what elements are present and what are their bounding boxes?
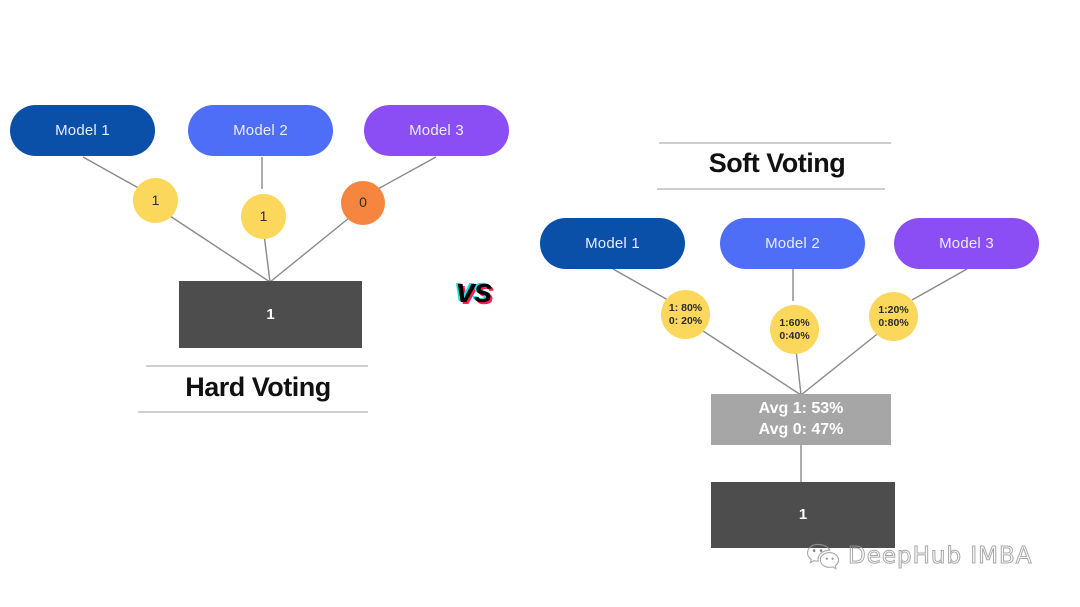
soft-prob-1-circle[interactable]: 1: 80% 0: 20% <box>661 290 710 339</box>
soft-prob-3-line2: 0:80% <box>878 316 909 329</box>
hard-model-1-label: Model 1 <box>55 122 110 139</box>
hard-model-2-box[interactable]: Model 2 <box>188 105 333 156</box>
soft-voting-title-group: Soft Voting <box>657 142 897 194</box>
watermark: DeepHub IMBA <box>806 542 1033 570</box>
hard-model-3-box[interactable]: Model 3 <box>364 105 509 156</box>
hard-result-value: 1 <box>266 305 275 323</box>
hard-voting-title-group: Hard Voting <box>138 365 378 417</box>
soft-result-box[interactable]: 1 <box>711 482 895 548</box>
edge-hard-m1-vote <box>82 156 143 191</box>
soft-model-1-label: Model 1 <box>585 235 640 252</box>
hard-vote-2-value: 1 <box>259 207 268 224</box>
diagram-canvas: Model 1 Model 2 Model 3 1 1 0 1 Hard Vot… <box>0 0 1080 607</box>
hard-vote-2-circle[interactable]: 1 <box>241 194 286 239</box>
connector-lines <box>82 156 968 483</box>
soft-prob-3-line1: 1:20% <box>878 303 909 316</box>
soft-average-box[interactable]: Avg 1: 53% Avg 0: 47% <box>711 394 891 445</box>
soft-model-3-label: Model 3 <box>939 235 994 252</box>
versus-label: vs <box>456 272 493 310</box>
soft-result-value: 1 <box>798 506 808 524</box>
soft-prob-2-line1: 1:60% <box>779 316 810 329</box>
soft-voting-rule-top <box>659 142 891 144</box>
soft-prob-3-circle[interactable]: 1:20% 0:80% <box>869 292 918 341</box>
hard-voting-title: Hard Voting <box>185 372 331 402</box>
soft-model-3-box[interactable]: Model 3 <box>894 218 1039 269</box>
soft-prob-1-line1: 1: 80% <box>668 301 703 314</box>
soft-prob-2-circle[interactable]: 1:60% 0:40% <box>770 305 819 354</box>
watermark-text: DeepHub IMBA <box>848 543 1033 570</box>
wechat-icon <box>806 542 840 570</box>
hard-model-3-label: Model 3 <box>409 122 464 139</box>
soft-voting-rule-bottom <box>657 188 885 190</box>
edge-hard-m3-vote <box>375 156 437 191</box>
edge-soft-m1-prob <box>612 268 669 301</box>
soft-model-2-label: Model 2 <box>765 235 820 252</box>
hard-vote-1-circle[interactable]: 1 <box>133 178 178 223</box>
soft-average-line2: Avg 0: 47% <box>758 420 844 438</box>
soft-voting-title: Soft Voting <box>708 148 846 178</box>
soft-average-line1: Avg 1: 53% <box>758 399 844 417</box>
hard-vote-3-circle[interactable]: 0 <box>341 181 385 225</box>
hard-model-1-box[interactable]: Model 1 <box>10 105 155 156</box>
hard-vote-3-value: 0 <box>359 194 367 211</box>
soft-prob-1-line2: 0: 20% <box>668 314 703 327</box>
hard-model-2-label: Model 2 <box>233 122 288 139</box>
hard-voting-rule-bottom <box>138 411 368 413</box>
edge-soft-m3-prob <box>911 268 968 301</box>
soft-model-1-box[interactable]: Model 1 <box>540 218 685 269</box>
hard-vote-1-value: 1 <box>151 191 160 208</box>
hard-voting-rule-top <box>146 365 368 367</box>
soft-prob-2-line2: 0:40% <box>779 329 810 342</box>
soft-model-2-box[interactable]: Model 2 <box>720 218 865 269</box>
hard-result-box[interactable]: 1 <box>179 281 362 348</box>
